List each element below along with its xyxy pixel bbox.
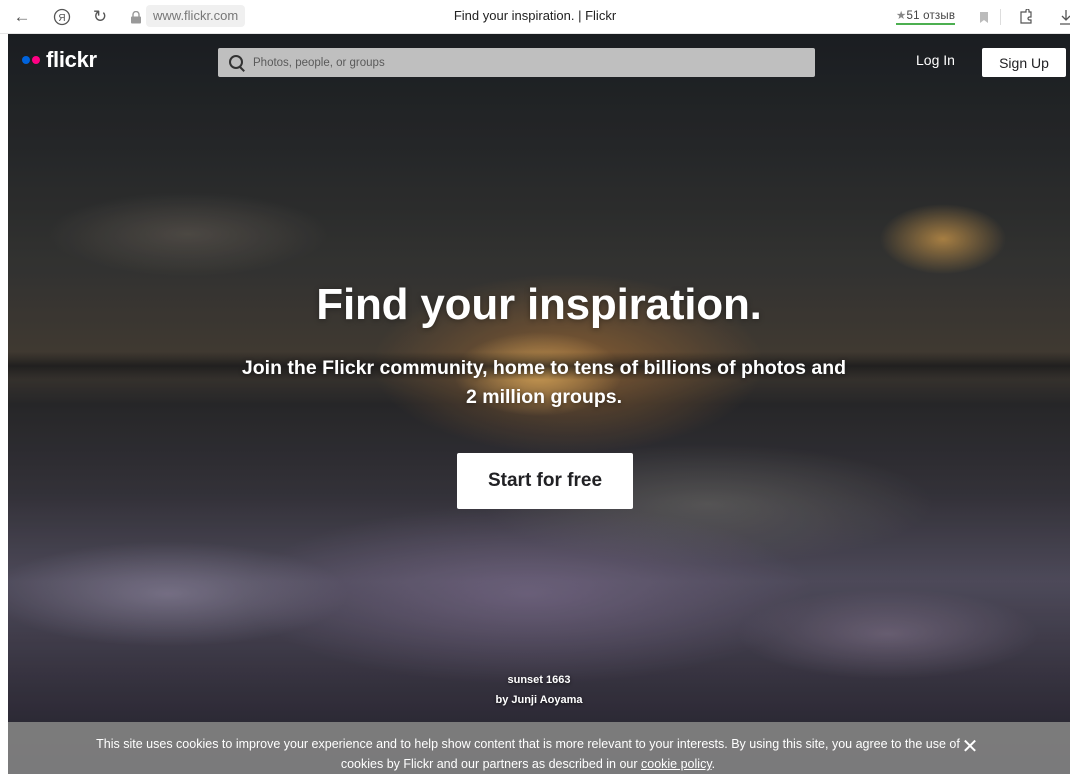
cookie-policy-link[interactable]: cookie policy bbox=[641, 757, 712, 771]
search-input[interactable] bbox=[253, 56, 793, 69]
flickr-logo[interactable]: flickr bbox=[22, 48, 97, 72]
cookie-tail: . bbox=[711, 757, 716, 771]
svg-text:Я: Я bbox=[58, 13, 65, 24]
extensions-icon[interactable] bbox=[1012, 3, 1040, 31]
hero-background-photo: flickr Log In Sign Up Find your inspirat… bbox=[8, 34, 1070, 774]
browser-toolbar: ← Я ↻ www.flickr.com Find your inspirati… bbox=[0, 0, 1070, 34]
logo-text: flickr bbox=[46, 47, 97, 72]
login-link[interactable]: Log In bbox=[916, 52, 955, 68]
back-arrow-icon[interactable]: ← bbox=[8, 3, 36, 31]
cookie-text: This site uses cookies to improve your e… bbox=[96, 737, 960, 771]
reload-icon[interactable]: ↻ bbox=[86, 3, 114, 31]
photo-credit[interactable]: sunset 1663 by Junji Aoyama bbox=[8, 670, 1070, 710]
logo-pink-dot bbox=[32, 56, 40, 64]
photo-author[interactable]: by Junji Aoyama bbox=[8, 690, 1070, 710]
close-icon[interactable]: ✕ bbox=[958, 735, 982, 759]
tab-title: Find your inspiration. | Flickr bbox=[453, 8, 617, 23]
cookie-banner: This site uses cookies to improve your e… bbox=[8, 722, 1070, 774]
cookie-message: This site uses cookies to improve your e… bbox=[88, 734, 968, 774]
hero-subhead: Join the Flickr community, home to tens … bbox=[241, 357, 847, 408]
yandex-icon[interactable]: Я bbox=[48, 3, 76, 31]
hero-headline: Find your inspiration. bbox=[316, 280, 762, 329]
toolbar-divider bbox=[1000, 9, 1001, 25]
search-icon[interactable] bbox=[228, 54, 246, 72]
reviews-count: 51 отзыв bbox=[906, 10, 956, 22]
star-icon: ★ bbox=[896, 10, 907, 22]
start-for-free-button[interactable]: Start for free bbox=[457, 453, 633, 509]
bookmark-icon[interactable] bbox=[970, 3, 998, 31]
download-icon[interactable] bbox=[1052, 3, 1070, 31]
site-header: flickr Log In Sign Up bbox=[8, 34, 1070, 90]
reviews-badge[interactable]: ★51 отзыв bbox=[896, 8, 956, 25]
search-bar[interactable] bbox=[218, 48, 815, 77]
logo-blue-dot bbox=[22, 56, 30, 64]
photo-title[interactable]: sunset 1663 bbox=[8, 670, 1070, 690]
signup-button[interactable]: Sign Up bbox=[982, 48, 1066, 77]
address-bar[interactable]: www.flickr.com bbox=[146, 5, 246, 27]
